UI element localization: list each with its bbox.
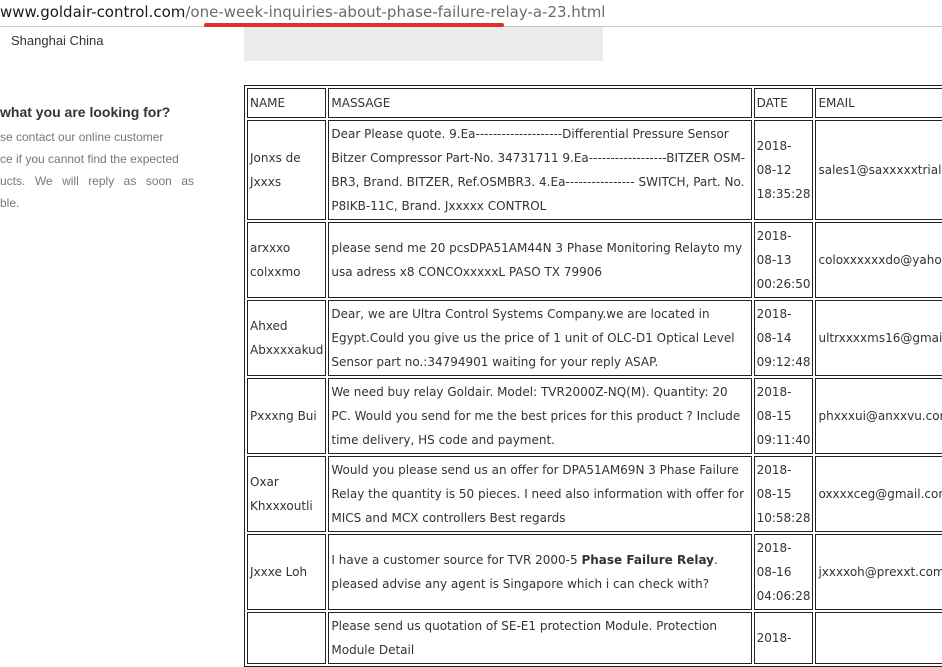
cell-email: jxxxxoh@prexxt.com (815, 534, 942, 610)
cell-date: 2018- (753, 612, 814, 664)
cell-message: Would you please send us an offer for DP… (328, 456, 752, 532)
cell-message: We need buy relay Goldair. Model: TVR200… (328, 378, 752, 454)
header-email: EMAIL (815, 88, 942, 118)
sidebar-line: se contact our online customer (0, 130, 164, 144)
cell-name: Oxar Khxxxoutli (247, 456, 327, 532)
cell-date: 2018-08-12 18:35:28 (753, 120, 814, 220)
table-row: Oxar Khxxxoutli Would you please send us… (247, 456, 942, 532)
table-row: Jxxxe Loh I have a customer source for T… (247, 534, 942, 610)
cell-name: Jonxs de Jxxxs (247, 120, 327, 220)
sidebar-title: what you are looking for? (0, 104, 171, 120)
cell-name: Jxxxe Loh (247, 534, 327, 610)
sidebar-line: ucts. We will reply as soon as (0, 174, 194, 188)
header-date: DATE (753, 88, 814, 118)
cell-email: oxxxxceg@gmail.com (815, 456, 942, 532)
table-row: arxxxo colxxmo please send me 20 pcsDPA5… (247, 222, 942, 298)
table-row: Please send us quotation of SE-E1 protec… (247, 612, 942, 664)
url-host: www.goldair-control.com (0, 3, 186, 21)
cell-name (247, 612, 327, 664)
banner-placeholder (244, 27, 603, 61)
cell-name: Pxxxng Bui (247, 378, 327, 454)
cell-date: 2018-08-14 09:12:48 (753, 300, 814, 376)
header-message: MASSAGE (328, 88, 752, 118)
cell-date: 2018-08-13 00:26:50 (753, 222, 814, 298)
cell-name: Ahxed Abxxxxakud (247, 300, 327, 376)
cell-email: sales1@saxxxxxtrial.c (815, 120, 942, 220)
cell-email: phxxxui@anxxvu.com (815, 378, 942, 454)
cell-message: Dear Please quote. 9.Ea-----------------… (328, 120, 752, 220)
cell-message: please send me 20 pcsDPA51AM44N 3 Phase … (328, 222, 752, 298)
sidebar-help-text: se contact our online customer ce if you… (0, 126, 194, 214)
cell-name: arxxxo colxxmo (247, 222, 327, 298)
message-highlight: Phase Failure Relay (581, 553, 715, 567)
cell-message: Please send us quotation of SE-E1 protec… (328, 612, 752, 664)
message-text: I have a customer source for TVR 2000-5 (331, 553, 582, 567)
sidebar-line: ble. (0, 196, 20, 210)
url-path: /one-week-inquiries-about-phase-failure-… (185, 3, 606, 21)
cell-date: 2018-08-16 04:06:28 (753, 534, 814, 610)
cell-email (815, 612, 942, 664)
table-row: Ahxed Abxxxxakud Dear, we are Ultra Cont… (247, 300, 942, 376)
cell-email: coloxxxxxxdo@yahoo (815, 222, 942, 298)
table-row: Jonxs de Jxxxs Dear Please quote. 9.Ea--… (247, 120, 942, 220)
cell-email: ultrxxxxms16@gmail (815, 300, 942, 376)
table-row: Pxxxng Bui We need buy relay Goldair. Mo… (247, 378, 942, 454)
cell-message: I have a customer source for TVR 2000-5 … (328, 534, 752, 610)
cell-date: 2018-08-15 10:58:28 (753, 456, 814, 532)
sidebar-line: ce if you cannot find the expected (0, 152, 179, 166)
company-address: Shanghai China (11, 33, 104, 48)
cell-message: Dear, we are Ultra Control Systems Compa… (328, 300, 752, 376)
header-name: NAME (247, 88, 327, 118)
inquiries-table: NAME MASSAGE DATE EMAIL Jonxs de Jxxxs D… (244, 85, 942, 667)
cell-date: 2018-08-15 09:11:40 (753, 378, 814, 454)
table-header-row: NAME MASSAGE DATE EMAIL (247, 88, 942, 118)
